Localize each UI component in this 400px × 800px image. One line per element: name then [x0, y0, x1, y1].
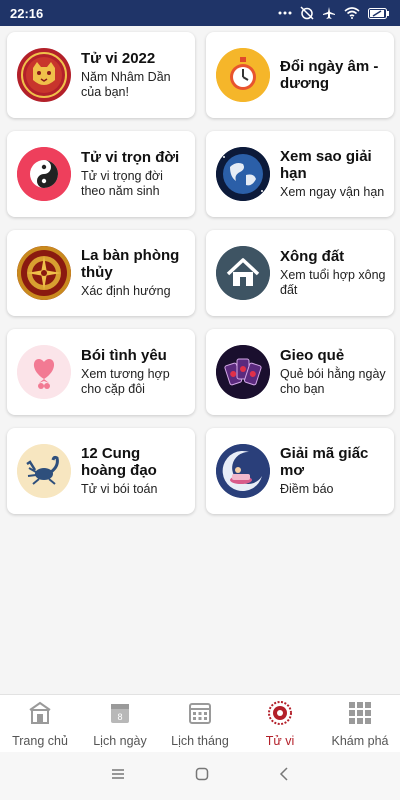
bottom-nav: Trang chủ 8 Lịch ngày Lịch tháng Tử vi K… [0, 694, 400, 752]
scorpio-icon [17, 444, 71, 498]
heart-balloon-icon [17, 345, 71, 399]
grid-icon [347, 700, 373, 731]
card-title: Xem sao giải hạn [280, 148, 372, 182]
nav-kham-pha[interactable]: Khám phá [320, 695, 400, 752]
card-title: Tử vi 2022 [81, 50, 156, 67]
home-icon [27, 700, 53, 731]
nav-trang-chu[interactable]: Trang chủ [0, 695, 80, 752]
card-subtitle: Xem tuổi hợp xông đất [280, 268, 386, 297]
card-title: 12 Cung hoàng đạo [81, 445, 157, 479]
nav-label: Tử vi [265, 733, 295, 748]
calendar-month-icon [187, 700, 213, 731]
card-title: La bàn phòng thủy [81, 247, 180, 281]
calendar-day-number: 8 [117, 712, 122, 722]
card-title: Giải mã giấc mơ [280, 445, 369, 479]
earth-icon [216, 147, 270, 201]
card-tu-vi-tron-doi[interactable]: Tử vi trọn đời Tử vi trọng đời theo năm … [7, 131, 195, 217]
status-icons [278, 6, 390, 20]
battery-icon [368, 7, 390, 19]
zodiac-icon [267, 700, 293, 731]
house-icon [216, 246, 270, 300]
more-notifications-icon [278, 10, 292, 16]
system-nav-bar [0, 752, 400, 800]
nav-label: Lịch tháng [171, 733, 229, 748]
nav-label: Trang chủ [12, 733, 68, 748]
alarm-off-icon [300, 6, 314, 20]
card-subtitle: Xác định hướng [81, 284, 171, 298]
card-title: Đổi ngày âm - dương [280, 58, 379, 92]
card-gieo-que[interactable]: Gieo quẻ Quẻ bói hằng ngày cho bạn [206, 329, 394, 415]
nav-tu-vi[interactable]: Tử vi [240, 695, 320, 752]
card-xem-sao[interactable]: Xem sao giải hạn Xem ngay vận hạn [206, 131, 394, 217]
card-subtitle: Tử vi bói toán [81, 482, 158, 496]
home-square-icon[interactable] [195, 767, 209, 786]
card-title: Xông đất [280, 248, 345, 265]
yin-yang-icon [17, 147, 71, 201]
calendar-day-icon: 8 [107, 700, 133, 731]
menu-icon[interactable] [111, 767, 125, 785]
airplane-icon [322, 6, 336, 20]
card-subtitle: Điềm báo [280, 482, 334, 496]
nav-label: Lịch ngày [93, 733, 147, 748]
dream-moon-icon [216, 444, 270, 498]
card-giai-ma[interactable]: Giải mã giấc mơ Điềm báo [206, 428, 394, 514]
nav-lich-ngay[interactable]: 8 Lịch ngày [80, 695, 160, 752]
card-title: Gieo quẻ [280, 347, 345, 364]
card-tu-vi-2022[interactable]: Tử vi 2022 Năm Nhâm Dần của bạn! [7, 32, 195, 118]
card-doi-ngay[interactable]: Đổi ngày âm - dương [206, 32, 394, 118]
card-xong-dat[interactable]: Xông đất Xem tuổi hợp xông đất [206, 230, 394, 316]
stopwatch-icon [216, 48, 270, 102]
nav-label: Khám phá [331, 733, 389, 748]
tarot-cards-icon [216, 345, 270, 399]
card-boi-tinh-yeu[interactable]: Bói tình yêu Xem tương hợp cho cặp đôi [7, 329, 195, 415]
card-subtitle: Tử vi trọng đời theo năm sinh [81, 169, 163, 198]
card-12-cung[interactable]: 12 Cung hoàng đạo Tử vi bói toán [7, 428, 195, 514]
tiger-icon [17, 48, 71, 102]
card-la-ban[interactable]: La bàn phòng thủy Xác định hướng [7, 230, 195, 316]
status-bar: 22:16 [0, 0, 400, 26]
card-subtitle: Quẻ bói hằng ngày cho bạn [280, 367, 386, 396]
card-title: Bói tình yêu [81, 347, 167, 364]
card-title: Tử vi trọn đời [81, 149, 180, 166]
back-icon[interactable] [279, 766, 289, 786]
wifi-icon [344, 7, 360, 19]
nav-lich-thang[interactable]: Lịch tháng [160, 695, 240, 752]
status-time: 22:16 [10, 5, 44, 21]
compass-icon [17, 246, 71, 300]
card-subtitle: Xem tương hợp cho cặp đôi [81, 367, 170, 396]
card-subtitle: Xem ngay vận hạn [280, 185, 385, 199]
card-subtitle: Năm Nhâm Dần của bạn! [81, 70, 171, 99]
